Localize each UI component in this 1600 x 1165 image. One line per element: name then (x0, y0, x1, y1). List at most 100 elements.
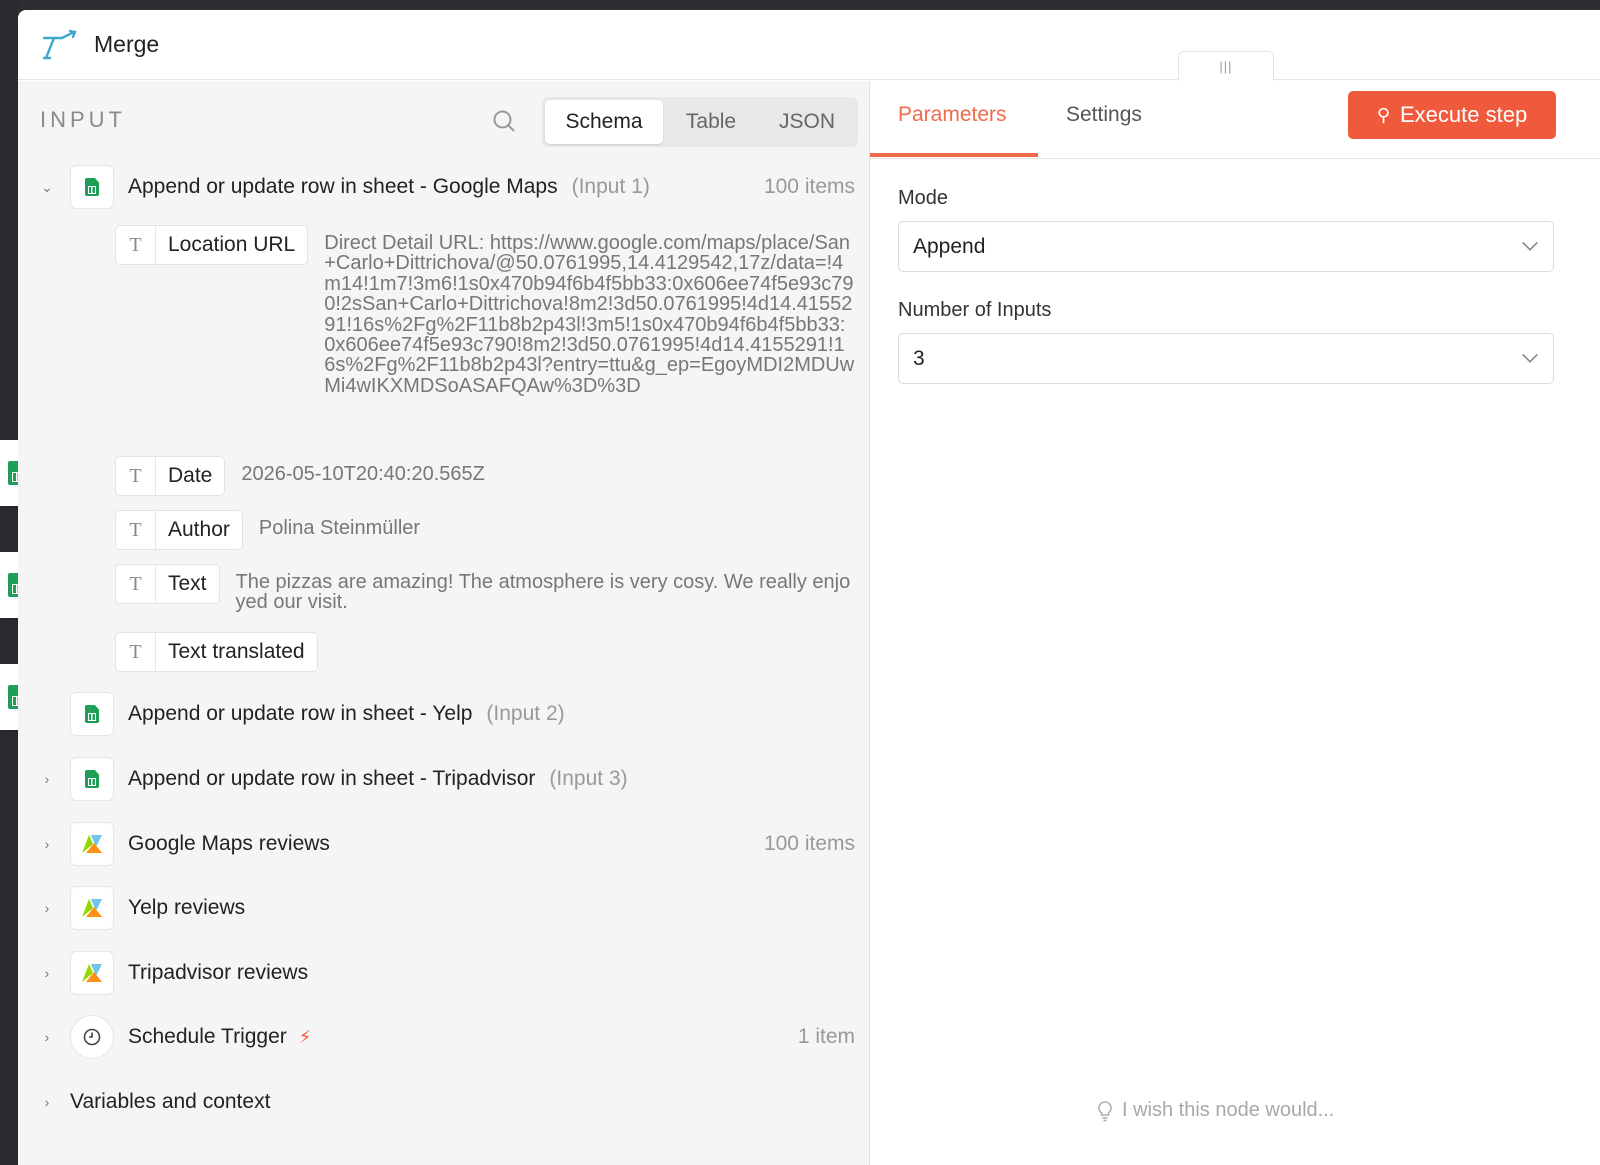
schema-field: T Date 2026-05-10T20:40:20.565Z (115, 456, 485, 496)
node-icon-box (70, 692, 114, 736)
field-value: 2026-05-10T20:40:20.565Z (241, 463, 485, 485)
schema-field: T Text The pizzas are amazing! The atmosp… (115, 564, 855, 613)
tab-json[interactable]: JSON (759, 100, 855, 144)
view-switcher: Schema Table JSON (542, 97, 858, 147)
node-name: Tripadvisor reviews (128, 961, 309, 984)
field-value: The pizzas are amazing! The atmosphere i… (235, 571, 851, 614)
tree-node[interactable]: Append or update row in sheet - Yelp (Inp… (18, 689, 869, 739)
schema-field: T Location URL Direct Detail URL: https:/… (115, 225, 855, 396)
tree-node[interactable]: › Schedule Trigger ⚡ 1 item (18, 1012, 869, 1062)
text-type-icon: T (116, 633, 156, 671)
chevron-down-icon (1522, 347, 1538, 363)
chevron-right-icon[interactable]: › (38, 770, 56, 788)
flask-icon: ⚲ (1376, 104, 1390, 125)
chevron-right-icon[interactable]: › (38, 899, 56, 917)
execute-step-button[interactable]: ⚲ Execute step (1348, 91, 1556, 139)
field-value: Polina Steinmüller (258, 517, 421, 539)
tree-node[interactable]: › Tripadvisor reviews (18, 948, 869, 998)
node-input-index: (Input 1) (571, 175, 650, 198)
num-inputs-select[interactable]: 3 (898, 333, 1554, 384)
merge-icon (42, 29, 77, 59)
chevron-right-icon[interactable]: › (38, 1093, 56, 1111)
panel-drag-handle[interactable]: ||| (1178, 51, 1274, 81)
node-name: Yelp reviews (128, 896, 246, 919)
input-label: INPUT (40, 107, 126, 132)
text-type-icon: T (116, 226, 156, 264)
text-type-icon: T (116, 565, 156, 603)
field-value: Direct Detail URL: https://www.google.co… (324, 232, 855, 397)
node-icon-box (70, 757, 114, 801)
input-panel: INPUT Schema Table JSON ⌄ Append or upda… (18, 81, 869, 1165)
node-name: Append or update row in sheet - Google M… (128, 175, 558, 198)
num-inputs-label: Number of Inputs (898, 299, 1052, 321)
text-type-icon: T (116, 457, 156, 495)
num-inputs-value: 3 (913, 346, 925, 370)
node-name: Append or update row in sheet - Yelp (128, 702, 473, 725)
node-name: Google Maps reviews (128, 832, 330, 855)
tab-parameters[interactable]: Parameters (898, 103, 1007, 127)
node-item-count: 1 item (797, 1025, 855, 1048)
tab-table[interactable]: Table (663, 100, 759, 144)
field-label: Date (168, 464, 213, 487)
text-type-icon: T (116, 511, 156, 549)
field-pill[interactable]: T Text (115, 564, 220, 604)
parameters-panel: Parameters Settings ⚲ Execute step Mode … (869, 81, 1600, 1165)
feedback-link[interactable]: I wish this node would... (1096, 1099, 1334, 1122)
tab-settings[interactable]: Settings (1066, 103, 1142, 127)
node-input-index: (Input 2) (486, 702, 565, 725)
chevron-right-icon[interactable]: › (38, 835, 56, 853)
search-icon[interactable] (492, 109, 516, 133)
variables-label: Variables and context (70, 1090, 271, 1113)
apify-icon (82, 835, 102, 853)
node-name: Schedule Trigger (128, 1025, 287, 1048)
chevron-right-icon[interactable]: › (38, 1028, 56, 1046)
chevron-down-icon[interactable]: ⌄ (38, 178, 56, 196)
node-item-count: 100 items (763, 175, 855, 198)
canvas-background (0, 0, 50, 1165)
modal-header: Merge (18, 10, 1600, 80)
node-input-index: (Input 3) (549, 767, 628, 790)
sheets-icon (85, 770, 99, 788)
apify-icon (82, 964, 102, 982)
schema-field: T Text translated (115, 632, 318, 672)
active-tab-indicator (870, 153, 1038, 157)
node-icon-box (70, 951, 114, 995)
chevron-right-icon[interactable]: › (38, 964, 56, 982)
tree-node[interactable]: › Yelp reviews (18, 883, 869, 933)
node-item-count: 100 items (763, 832, 855, 855)
mode-select[interactable]: Append (898, 221, 1554, 272)
variables-context-row[interactable]: › Variables and context (18, 1077, 869, 1127)
sheets-icon (85, 178, 99, 196)
bolt-icon: ⚡ (298, 1027, 312, 1047)
node-icon-box (70, 165, 114, 209)
node-title: Merge (94, 31, 160, 57)
field-pill[interactable]: T Location URL (115, 225, 309, 265)
feedback-text: I wish this node would... (1122, 1099, 1335, 1121)
node-icon-box (70, 886, 114, 930)
chevron-down-icon (1522, 235, 1538, 251)
apify-icon (82, 899, 102, 917)
field-pill[interactable]: T Text translated (115, 632, 318, 672)
field-pill[interactable]: T Author (115, 510, 243, 550)
sheets-icon (85, 705, 99, 723)
node-icon-box (70, 822, 114, 866)
field-label: Author (168, 518, 230, 541)
tree-node[interactable]: › Append or update row in sheet - Tripad… (18, 754, 869, 804)
node-icon-box (70, 1015, 114, 1059)
node-name: Append or update row in sheet - Tripadvi… (128, 767, 536, 790)
tree-node[interactable]: ⌄ Append or update row in sheet - Google… (18, 162, 869, 212)
tab-schema[interactable]: Schema (545, 100, 663, 144)
field-label: Text translated (168, 640, 305, 663)
params-tabs: Parameters Settings ⚲ Execute step (870, 81, 1600, 159)
lightbulb-icon (1098, 1100, 1112, 1121)
clock-icon (83, 1028, 101, 1046)
schema-field: T Author Polina Steinmüller (115, 510, 420, 550)
field-label: Text (168, 572, 207, 595)
mode-label: Mode (898, 187, 949, 209)
tree-node[interactable]: › Google Maps reviews 100 items (18, 819, 869, 869)
input-toolbar: INPUT Schema Table JSON (18, 81, 869, 159)
execute-step-label: Execute step (1400, 102, 1528, 127)
mode-value: Append (913, 234, 986, 258)
field-pill[interactable]: T Date (115, 456, 226, 496)
field-label: Location URL (168, 233, 296, 256)
